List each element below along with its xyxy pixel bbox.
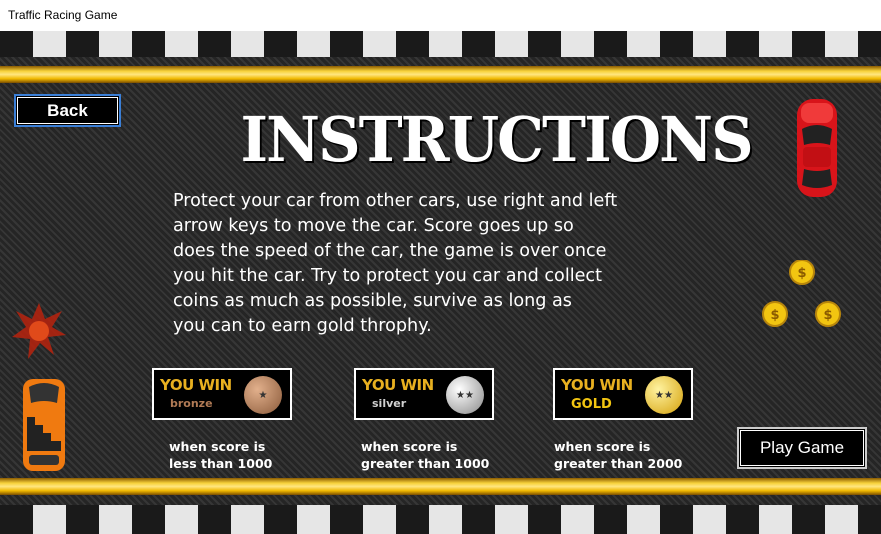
gold-stripe-top	[0, 66, 881, 83]
gold-stripe-bottom	[0, 478, 881, 495]
coin-symbol: $	[823, 308, 832, 323]
window-title: Traffic Racing Game	[8, 8, 118, 22]
caption-line: greater than 2000	[554, 456, 683, 471]
checkered-border-bottom	[0, 505, 881, 534]
coin-icon: $ $ $	[762, 260, 841, 327]
silver-trophy-badge: YOU WIN silver ★★	[354, 368, 494, 420]
explosion-icon	[12, 303, 66, 359]
gold-caption: when score is greater than 2000	[554, 438, 682, 472]
caption-line: when score is	[361, 439, 458, 454]
gold-medal-icon: ★★	[645, 376, 683, 414]
badge-tier: GOLD	[571, 397, 612, 412]
checkered-border-top	[0, 31, 881, 57]
window-titlebar: Traffic Racing Game	[0, 0, 881, 32]
game-screen: Back INSTRUCTIONS Protect your car from …	[0, 31, 881, 534]
instruction-line: does the speed of the car, the game is o…	[173, 241, 607, 261]
instructions-text: Protect your car from other cars, use ri…	[173, 189, 733, 339]
badge-you-win: YOU WIN	[362, 376, 434, 394]
caption-line: when score is	[169, 439, 266, 454]
orange-car-icon	[23, 379, 65, 471]
bronze-trophy-badge: YOU WIN bronze ★	[152, 368, 292, 420]
badge-you-win: YOU WIN	[561, 376, 633, 394]
instruction-line: you hit the car. Try to protect you car …	[173, 266, 602, 286]
page-title: INSTRUCTIONS	[240, 103, 754, 176]
caption-line: less than 1000	[169, 456, 273, 471]
instruction-line: coins as much as possible, survive as lo…	[173, 291, 572, 311]
badge-tier: silver	[372, 397, 407, 410]
instruction-line: you can to earn gold throphy.	[173, 316, 432, 336]
silver-medal-icon: ★★	[446, 376, 484, 414]
gold-trophy-badge: YOU WIN GOLD ★★	[553, 368, 693, 420]
coin-symbol: $	[770, 308, 779, 323]
bronze-medal-icon: ★	[244, 376, 282, 414]
caption-line: when score is	[554, 439, 651, 454]
instruction-line: Protect your car from other cars, use ri…	[173, 191, 618, 211]
instruction-line: arrow keys to move the car. Score goes u…	[173, 216, 574, 236]
red-car-icon	[797, 99, 837, 197]
bronze-caption: when score is less than 1000	[169, 438, 272, 472]
silver-caption: when score is greater than 1000	[361, 438, 489, 472]
caption-line: greater than 1000	[361, 456, 490, 471]
back-button[interactable]: Back	[14, 94, 121, 127]
coin-symbol: $	[797, 266, 806, 281]
badge-tier: bronze	[170, 397, 213, 410]
badge-you-win: YOU WIN	[160, 376, 232, 394]
play-game-button[interactable]: Play Game	[737, 427, 867, 469]
